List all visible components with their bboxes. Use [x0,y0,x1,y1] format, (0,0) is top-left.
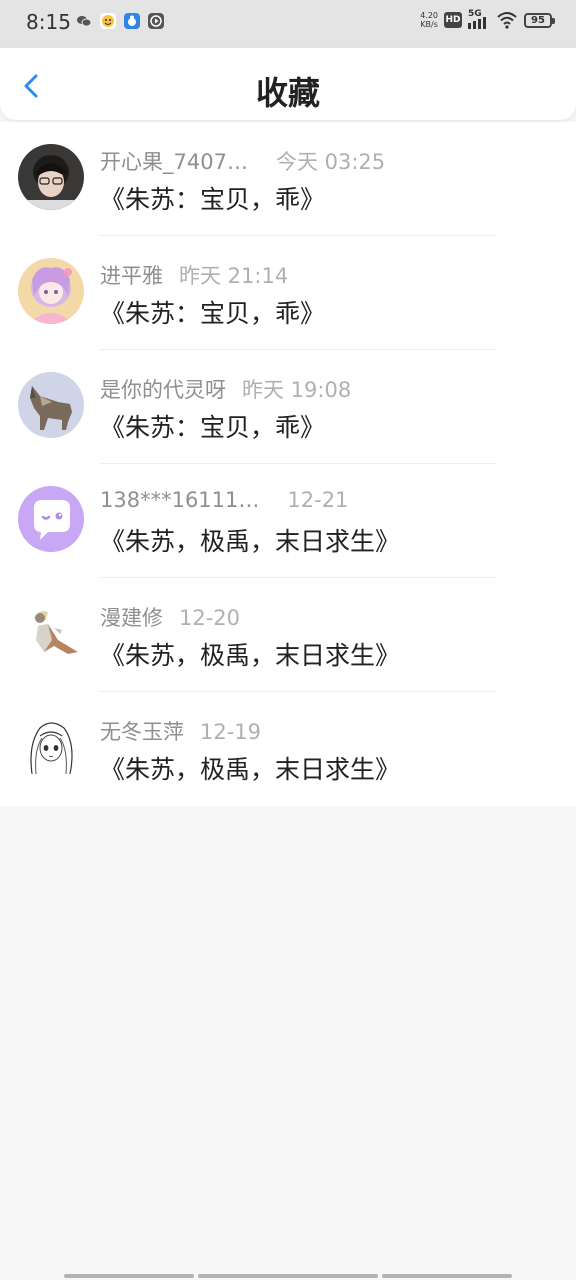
wifi-icon [496,11,518,29]
timestamp: 12-20 [179,606,241,630]
nav-bar-home[interactable] [198,1274,378,1278]
nav-bar-right[interactable] [382,1274,512,1278]
list-item[interactable]: 是你的代灵呀 昨天 19:08 《朱苏：宝贝，乖》 [0,350,576,464]
list-item[interactable]: 漫建修 12-20 《朱苏，极禹，末日求生》 [0,578,576,692]
avatar[interactable] [18,714,84,780]
avatar-anime-character [18,600,84,666]
item-title[interactable]: 《朱苏：宝贝，乖》 [100,408,325,444]
status-bar: 8:15 4.20 KB/s HD 5G 95 [0,0,576,48]
avatar-sketch-girl [18,714,84,780]
list-item[interactable]: 138***16111… 12-21 《朱苏，极禹，末日求生》 [0,464,576,578]
wechat-icon [76,13,92,29]
list-item[interactable]: 无冬玉萍 12-19 《朱苏，极禹，末日求生》 [0,692,576,806]
header: 收藏 [0,48,576,120]
avatar[interactable] [18,486,84,552]
timestamp: 昨天 21:14 [179,264,289,288]
timestamp: 12-19 [200,720,262,744]
avatar[interactable] [18,144,84,210]
avatar[interactable] [18,372,84,438]
battery-icon: 95 [524,12,555,28]
item-title[interactable]: 《朱苏，极禹，末日求生》 [100,636,400,672]
username[interactable]: 漫建修 [100,602,163,632]
username[interactable]: 是你的代灵呀 [100,374,226,404]
favorites-list: 开心果_7407… 今天 03:25 《朱苏：宝贝，乖》 进平雅 昨天 21:1… [0,122,576,806]
bug-app-icon [124,13,140,29]
emoji-app-icon [100,13,116,29]
nav-bar-left[interactable] [64,1274,194,1278]
username[interactable]: 138***16111… [100,488,259,512]
avatar[interactable] [18,600,84,666]
item-meta: 进平雅 昨天 21:14 [100,260,288,290]
page-title: 收藏 [255,74,320,112]
timestamp: 12-21 [287,488,349,512]
item-title[interactable]: 《朱苏，极禹，末日求生》 [100,522,400,558]
avatar-default-chat-bubble [18,486,84,552]
list-item[interactable]: 开心果_7407… 今天 03:25 《朱苏：宝贝，乖》 [0,122,576,236]
item-title[interactable]: 《朱苏：宝贝，乖》 [100,180,325,216]
status-app-icons [76,13,164,29]
avatar[interactable] [18,258,84,324]
username[interactable]: 进平雅 [100,260,163,290]
status-time: 8:15 [26,10,71,34]
signal-strength-icon: 5G [468,9,490,29]
username[interactable]: 开心果_7407… [100,146,248,176]
avatar-boy-photo [18,144,84,210]
item-meta: 是你的代灵呀 昨天 19:08 [100,374,351,404]
hd-badge: HD [444,12,462,28]
video-app-icon [148,13,164,29]
avatar-anime-girl-pink [18,258,84,324]
list-item[interactable]: 进平雅 昨天 21:14 《朱苏：宝贝，乖》 [0,236,576,350]
username[interactable]: 无冬玉萍 [100,716,184,746]
avatar-wolf [18,372,84,438]
timestamp: 今天 03:25 [275,150,386,174]
status-indicators: 4.20 KB/s HD 5G 95 [420,9,555,29]
item-meta: 138***16111… 12-21 [100,488,348,512]
item-meta: 漫建修 12-20 [100,602,240,632]
item-meta: 开心果_7407… 今天 03:25 [100,146,385,176]
item-title[interactable]: 《朱苏：宝贝，乖》 [100,294,325,330]
timestamp: 昨天 19:08 [242,378,352,402]
item-meta: 无冬玉萍 12-19 [100,716,261,746]
network-speed: 4.20 KB/s [420,11,438,29]
item-title[interactable]: 《朱苏，极禹，末日求生》 [100,750,400,786]
